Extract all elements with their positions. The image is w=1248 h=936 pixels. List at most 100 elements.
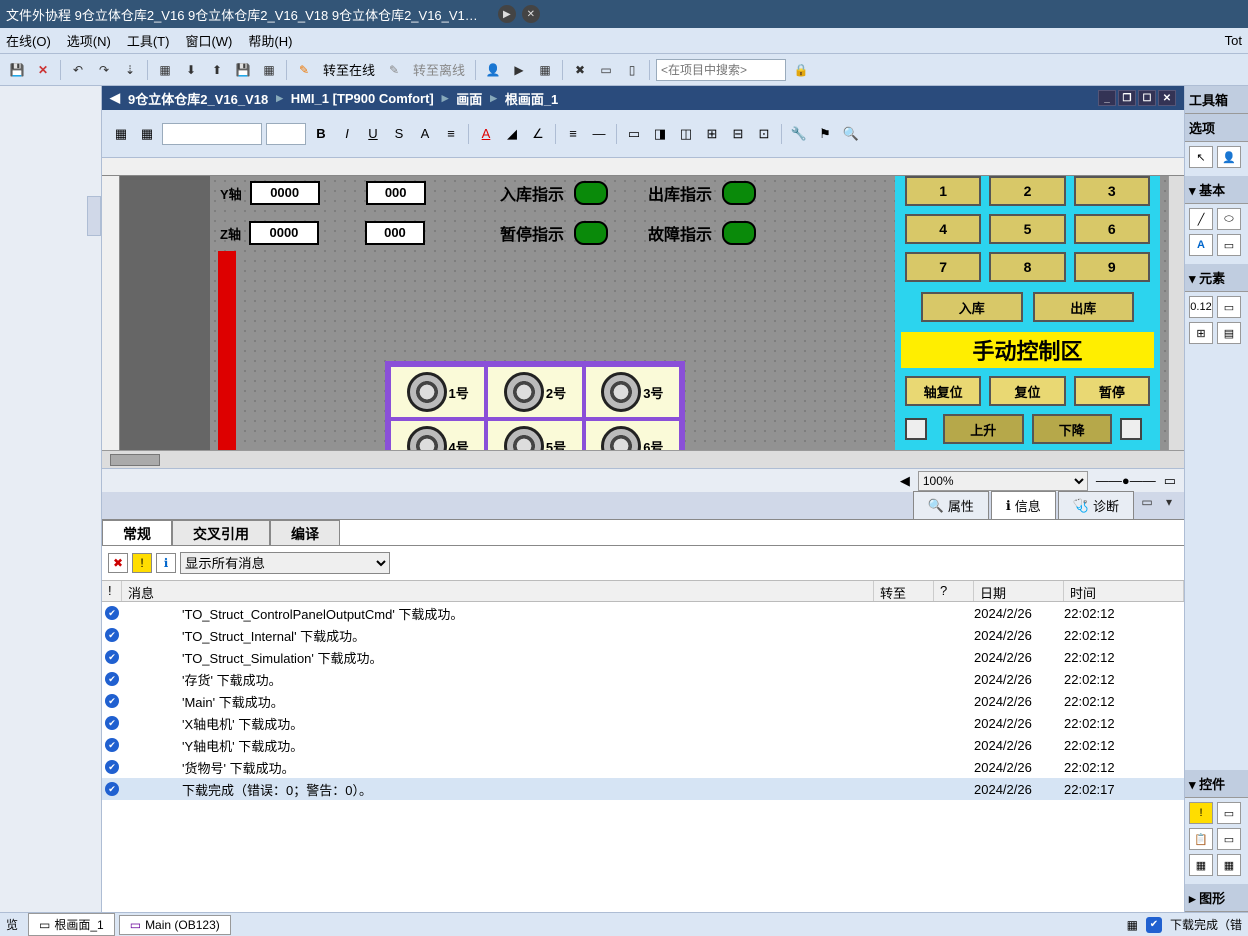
- out-button[interactable]: 出库: [1033, 292, 1135, 322]
- toolbox-controls[interactable]: ▾ 控件: [1185, 770, 1248, 798]
- tb-icon-7[interactable]: ▶: [508, 59, 530, 81]
- menu-window[interactable]: 窗口(W): [185, 31, 232, 50]
- prop-min-icon[interactable]: ▭: [1136, 491, 1158, 513]
- download-icon[interactable]: ⇣: [119, 59, 141, 81]
- bc-4[interactable]: 根画面_1: [505, 89, 558, 108]
- tb-icon-4[interactable]: 💾: [232, 59, 254, 81]
- bold-icon[interactable]: B: [310, 123, 332, 145]
- ctrl-icon-2[interactable]: ▭: [1217, 802, 1241, 824]
- info-filter-icon[interactable]: ℹ: [156, 553, 176, 573]
- tab-diagnostics[interactable]: 🩺 诊断: [1058, 491, 1134, 519]
- key-1[interactable]: 1: [905, 176, 981, 206]
- hmi-canvas[interactable]: Y轴 0000 000 Z轴 0000 000: [120, 176, 1184, 450]
- undo-icon[interactable]: ↶: [67, 59, 89, 81]
- wrench-icon[interactable]: 🔧: [788, 123, 810, 145]
- warn-filter-icon[interactable]: !: [132, 553, 152, 573]
- message-row[interactable]: ✔'货物号' 下载成功。2024/2/2622:02:12: [102, 756, 1184, 778]
- key-2[interactable]: 2: [989, 176, 1065, 206]
- rack-cell-1[interactable]: 1号: [391, 367, 484, 417]
- z-axis-val2[interactable]: 000: [365, 221, 425, 245]
- key-3[interactable]: 3: [1074, 176, 1150, 206]
- font-family-input[interactable]: [162, 123, 262, 145]
- key-8[interactable]: 8: [989, 252, 1065, 282]
- rect-icon[interactable]: ▭: [1217, 234, 1241, 256]
- menu-tools[interactable]: 工具(T): [127, 31, 170, 50]
- shape-icon[interactable]: ⬭: [1217, 208, 1241, 230]
- bar-icon[interactable]: ▤: [1217, 322, 1241, 344]
- title-play-icon[interactable]: ▶: [498, 5, 516, 23]
- message-row[interactable]: ✔'TO_Struct_ControlPanelOutputCmd' 下载成功。…: [102, 602, 1184, 624]
- tab-info[interactable]: ℹ 信息: [991, 491, 1056, 519]
- tb-icon-2[interactable]: ⬇: [180, 59, 202, 81]
- key-5[interactable]: 5: [989, 214, 1065, 244]
- align-icon[interactable]: ≡: [440, 123, 462, 145]
- win-min-icon[interactable]: _: [1098, 90, 1116, 106]
- manual-btn-2[interactable]: 暂停: [1074, 376, 1150, 406]
- fill-color-icon[interactable]: ◢: [501, 123, 523, 145]
- nav-left-icon[interactable]: ◀: [110, 90, 120, 106]
- menu-help[interactable]: 帮助(H): [248, 31, 292, 50]
- message-row[interactable]: ✔'TO_Struct_Internal' 下载成功。2024/2/2622:0…: [102, 624, 1184, 646]
- message-row[interactable]: ✔下载完成（错误：0；警告：0）。2024/2/2622:02:17: [102, 778, 1184, 800]
- status-tab-1[interactable]: ▭根画面_1: [28, 913, 115, 936]
- menu-options[interactable]: 选项(N): [67, 31, 111, 50]
- search-icon[interactable]: 🔒: [790, 59, 812, 81]
- ctrl-icon-5[interactable]: ▦: [1189, 854, 1213, 876]
- line-color-icon[interactable]: ∠: [527, 123, 549, 145]
- zoom-select[interactable]: 100%: [918, 471, 1088, 491]
- left-collapser[interactable]: [87, 196, 101, 236]
- tb-icon-6[interactable]: 👤: [482, 59, 504, 81]
- zoom-icon[interactable]: 🔍: [840, 123, 862, 145]
- cursor-icon[interactable]: ↖: [1189, 146, 1213, 168]
- message-row[interactable]: ✔'TO_Struct_Simulation' 下载成功。2024/2/2622…: [102, 646, 1184, 668]
- win-close-icon[interactable]: ✕: [1158, 90, 1176, 106]
- underline-icon[interactable]: U: [362, 123, 384, 145]
- error-filter-icon[interactable]: ✖: [108, 553, 128, 573]
- key-6[interactable]: 6: [1074, 214, 1150, 244]
- save-icon[interactable]: 💾: [6, 59, 28, 81]
- message-row[interactable]: ✔'Y轴电机' 下载成功。2024/2/2622:02:12: [102, 734, 1184, 756]
- layer-icon-4[interactable]: ⊞: [701, 123, 723, 145]
- message-row[interactable]: ✔'X轴电机' 下载成功。2024/2/2622:02:12: [102, 712, 1184, 734]
- key-9[interactable]: 9: [1074, 252, 1150, 282]
- message-row[interactable]: ✔'Main' 下载成功。2024/2/2622:02:12: [102, 690, 1184, 712]
- rack-cell-2[interactable]: 2号: [488, 367, 581, 417]
- z-axis-val1[interactable]: 0000: [249, 221, 319, 245]
- rack-cell-4[interactable]: 4号: [391, 421, 484, 450]
- button-icon[interactable]: ▭: [1217, 296, 1241, 318]
- message-row[interactable]: ✔'存货' 下载成功。2024/2/2622:02:12: [102, 668, 1184, 690]
- manual-btn-0[interactable]: 轴复位: [905, 376, 981, 406]
- tb-icon-9[interactable]: ✖: [569, 59, 591, 81]
- fb-icon-2[interactable]: ▦: [136, 123, 158, 145]
- bc-1[interactable]: 9仓立体仓库2_V16_V18: [128, 89, 268, 108]
- italic-icon[interactable]: I: [336, 123, 358, 145]
- itab-xref[interactable]: 交叉引用: [172, 520, 270, 545]
- layer-icon-1[interactable]: ▭: [623, 123, 645, 145]
- rack-cell-6[interactable]: 6号: [586, 421, 679, 450]
- layer-icon-2[interactable]: ◨: [649, 123, 671, 145]
- layer-icon-6[interactable]: ⊡: [753, 123, 775, 145]
- toolbox-graphics[interactable]: ▸ 图形: [1185, 884, 1248, 912]
- y-axis-val1[interactable]: 0000: [250, 181, 320, 205]
- tb-icon-10[interactable]: ▭: [595, 59, 617, 81]
- ctrl-icon-4[interactable]: ▭: [1217, 828, 1241, 850]
- up-button[interactable]: 上升: [943, 414, 1024, 444]
- fb-icon-1[interactable]: ▦: [110, 123, 132, 145]
- in-button[interactable]: 入库: [921, 292, 1023, 322]
- layer-icon-5[interactable]: ⊟: [727, 123, 749, 145]
- align2-icon[interactable]: ≡: [562, 123, 584, 145]
- fb-a-icon[interactable]: A: [414, 123, 436, 145]
- prop-down-icon[interactable]: ▾: [1158, 491, 1180, 513]
- itab-general[interactable]: 常规: [102, 520, 172, 545]
- zoom-slider[interactable]: ——●——: [1096, 473, 1156, 488]
- key-4[interactable]: 4: [905, 214, 981, 244]
- status-icon-1[interactable]: ▦: [1127, 918, 1138, 932]
- menu-online[interactable]: 在线(O): [6, 31, 51, 50]
- tb-icon-8[interactable]: ▦: [534, 59, 556, 81]
- toolbox-options[interactable]: 选项: [1185, 114, 1248, 142]
- recipe-icon[interactable]: 📋: [1189, 828, 1213, 850]
- y-axis-val2[interactable]: 000: [366, 181, 426, 205]
- tb-icon-11[interactable]: ▯: [621, 59, 643, 81]
- search-input[interactable]: [656, 59, 786, 81]
- key-7[interactable]: 7: [905, 252, 981, 282]
